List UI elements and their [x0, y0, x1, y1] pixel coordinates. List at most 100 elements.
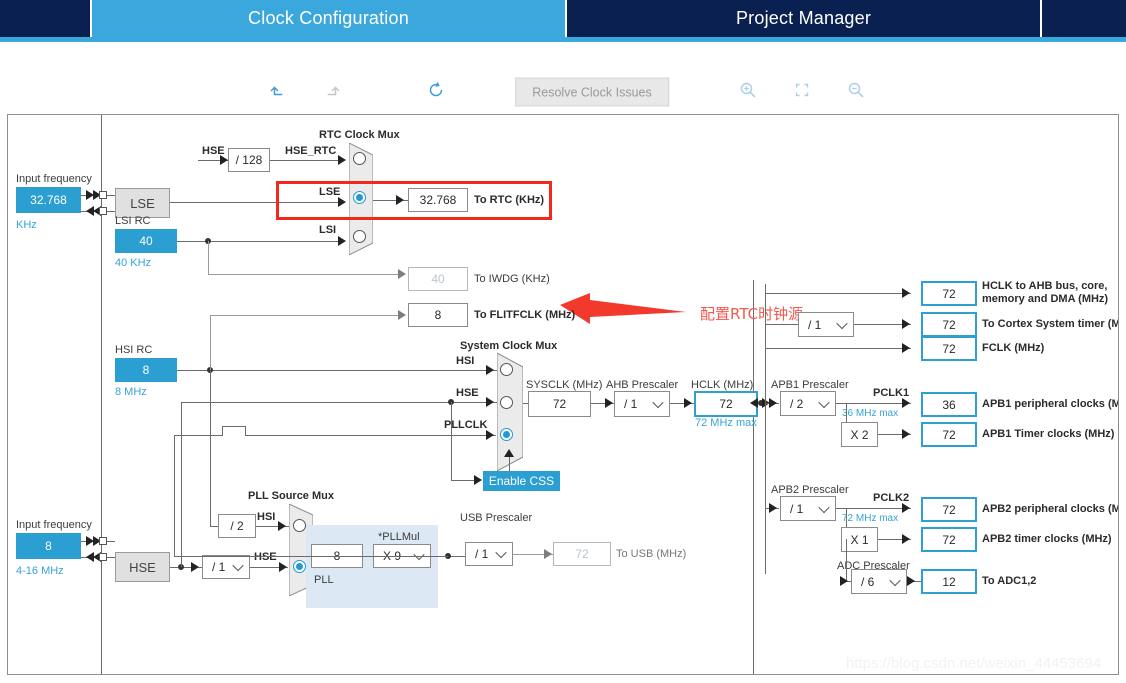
css-arrow — [474, 475, 482, 485]
tab-project-manager[interactable]: Project Manager — [567, 0, 1042, 37]
pll-mul-caption: *PLLMul — [378, 531, 420, 543]
sys-mux-input-label-hsi: HSI — [456, 355, 475, 367]
sys-mux-input-label-pllclk: PLLCLK — [444, 419, 488, 431]
apb2-max: 72 MHz max — [842, 513, 899, 524]
pll-mux-radio-hsi[interactable] — [293, 519, 306, 532]
hse-wire-pin-to-osc-a — [107, 541, 115, 542]
resolve-clock-issues-button[interactable]: Resolve Clock Issues — [515, 77, 669, 107]
apb1-prescaler-value: / 2 — [790, 396, 804, 411]
pllclk-hump — [222, 426, 246, 436]
adc-vwire — [846, 539, 847, 581]
rtc-source-highlight-rect — [276, 181, 552, 220]
hse-div128-in-arrow — [220, 155, 228, 165]
out-fclk-arrow — [902, 343, 910, 353]
chip-boundary-left — [101, 115, 102, 674]
enable-css-button[interactable]: Enable CSS — [483, 471, 560, 491]
out-hclk-wire — [765, 293, 911, 294]
pll-mux-radio-hse[interactable] — [293, 560, 306, 573]
sys-mux-radio-hse[interactable] — [500, 396, 513, 409]
apb2-prescaler-value: / 1 — [790, 501, 804, 516]
apb2-periph-label: APB2 peripheral clocks (MHz) — [982, 503, 1118, 515]
apb2-timer-label: APB2 timer clocks (MHz) — [982, 533, 1112, 545]
lsi-iwdg-arrow — [398, 269, 406, 279]
adc-prescaler-select[interactable]: / 6 — [851, 569, 907, 594]
reset-icon[interactable] — [425, 79, 447, 101]
hse-input-unit: 4-16 MHz — [16, 565, 64, 577]
hsi-caption: HSI RC — [115, 344, 153, 356]
usb-prescaler-select[interactable]: / 1 — [465, 542, 513, 566]
hclk-value: 72 — [694, 391, 758, 417]
sys-mux-radio-pllclk[interactable] — [500, 428, 513, 441]
sysclk-caption: SYSCLK (MHz) — [526, 379, 603, 391]
hse-div128-out-wire — [270, 160, 338, 161]
fit-to-screen-icon[interactable] — [792, 80, 812, 100]
to-flitfclk-label: To FLITFCLK (MHz) — [474, 309, 576, 321]
toolbar: Resolve Clock Issues — [0, 42, 1126, 110]
hse-input-caption: Input frequency — [16, 519, 92, 531]
tab-clock-configuration[interactable]: Clock Configuration — [92, 0, 567, 37]
zoom-in-icon[interactable] — [738, 80, 758, 100]
hsi-div2-box[interactable]: / 2 — [218, 514, 256, 538]
cortex-prescaler-select[interactable]: / 1 — [798, 312, 854, 337]
to-flitfclk-value: 8 — [408, 303, 468, 327]
cortex-in-wire — [765, 324, 798, 325]
adc-in-arrow — [840, 576, 848, 586]
hse-rtc-divider-box[interactable]: / 128 — [228, 148, 270, 172]
undo-icon[interactable] — [268, 80, 288, 100]
to-iwdg-value: 40 — [408, 267, 468, 291]
css-to-mux-vwire — [509, 456, 510, 471]
apb1-max: 36 MHz max — [842, 408, 899, 419]
hse-prescaler-value: / 1 — [212, 560, 226, 574]
hse-rtc-label: HSE_RTC — [285, 145, 337, 157]
rtc-mux-radio-lsi[interactable] — [353, 230, 366, 243]
to-usb-label: To USB (MHz) — [616, 548, 687, 560]
lsi-iwdg-hwire — [208, 274, 403, 275]
chevron-down-icon — [232, 559, 244, 572]
hse-prescaler-select[interactable]: / 1 — [202, 555, 250, 579]
adc-out-arrow — [907, 576, 915, 586]
sys-mux-radio-hsi[interactable] — [500, 363, 513, 376]
hse-rtc-arrow — [338, 155, 346, 165]
to-usb-value: 72 — [553, 542, 611, 566]
clock-tree-diagram: Input frequency 32.768 KHz LSE LSI RC 40… — [7, 114, 1119, 675]
out-hclk-label-1: HCLK to AHB bus, core, — [982, 280, 1108, 292]
lsi-frequency-field[interactable]: 40 — [115, 229, 177, 253]
chevron-down-icon — [818, 396, 830, 408]
adc-value: 12 — [921, 569, 977, 594]
ahb-prescaler-select[interactable]: / 1 — [614, 391, 670, 417]
rtc-clock-mux-title: RTC Clock Mux — [319, 129, 400, 141]
hse-pin-box-out — [99, 553, 107, 561]
pclk2-arrow — [902, 503, 910, 513]
pll-mux-input-label-hsi: HSI — [257, 511, 276, 523]
zoom-out-icon[interactable] — [846, 80, 866, 100]
hse-sysmux-arrow — [486, 397, 494, 407]
sys-mux-input-label-hse: HSE — [456, 387, 479, 399]
chevron-down-icon — [889, 574, 901, 586]
hse-div-out-arrow — [279, 562, 287, 572]
chip-boundary-right — [753, 280, 754, 674]
apb2-prescaler-select[interactable]: / 1 — [780, 496, 836, 521]
hse-oscillator-box[interactable]: HSE — [115, 552, 170, 582]
ahb-prescaler-caption: AHB Prescaler — [606, 379, 679, 391]
hse-input-frequency-field[interactable]: 8 — [16, 533, 81, 559]
apb1-periph-label: APB1 peripheral clocks (MHz) — [982, 398, 1118, 410]
lsi-to-rtcmux-arrow — [338, 236, 346, 246]
hsi-frequency-field[interactable]: 8 — [115, 358, 177, 382]
watermark-text: https://blog.csdn.net/weixin_44453694 — [846, 655, 1102, 672]
hsi-div2-out-arrow — [278, 521, 286, 531]
lse-pin-box-in — [99, 191, 107, 199]
chevron-down-icon — [652, 396, 664, 409]
lse-input-frequency-field[interactable]: 32.768 — [16, 187, 81, 213]
out-hclk-arrow — [902, 288, 910, 298]
lse-oscillator-box[interactable]: LSE — [115, 188, 170, 218]
rtc-mux-radio-hse-rtc[interactable] — [353, 152, 366, 165]
clock-configuration-screen: Clock Configuration Project Manager Reso… — [0, 0, 1126, 683]
lse-wire-pin-to-osc-b — [107, 211, 115, 212]
apb1-timer-label: APB1 Timer clocks (MHz) — [982, 428, 1115, 440]
lse-wire-pin-to-osc-a — [107, 195, 115, 196]
tab-bar: Clock Configuration Project Manager — [0, 0, 1126, 42]
apb1-prescaler-select[interactable]: / 2 — [780, 391, 836, 416]
out-fclk-label: FCLK (MHz) — [982, 342, 1045, 354]
pllclk-to-sysmux-arrow — [486, 430, 494, 440]
apb2-timer-value: 72 — [921, 527, 977, 552]
